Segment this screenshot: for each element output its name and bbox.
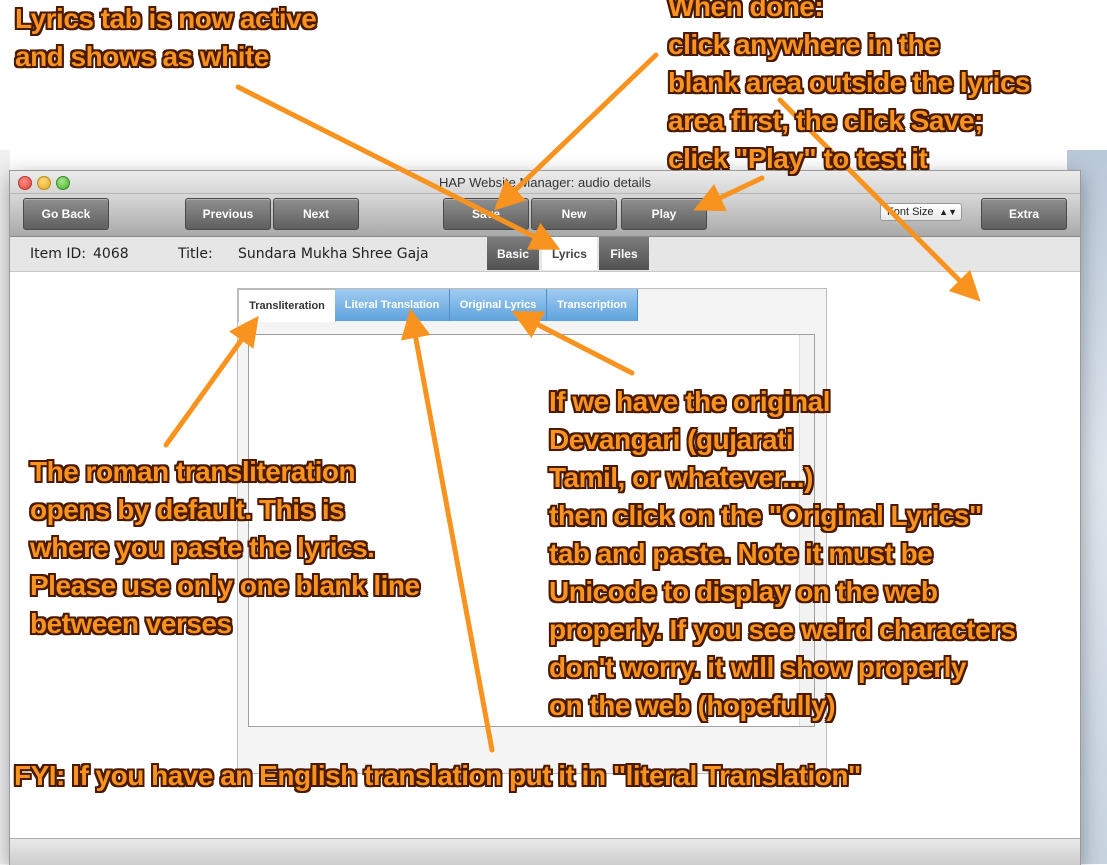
title-value: Sundara Mukha Shree Gaja (238, 246, 429, 262)
previous-button[interactable]: Previous (185, 198, 271, 230)
save-button[interactable]: Save (443, 198, 529, 230)
item-info-bar: Item ID: 4068 Title: Sundara Mukha Shree… (10, 237, 1080, 272)
tab-basic[interactable]: Basic (487, 237, 539, 270)
annotation-roman-transliteration: The roman transliteration opens by defau… (30, 456, 420, 639)
title-label: Title: (178, 246, 213, 262)
tab-files[interactable]: Files (599, 237, 649, 270)
desktop: HAP Website Manager: audio details Go Ba… (0, 0, 1107, 865)
stepper-arrows-icon: ▲▼ (939, 207, 957, 217)
extra-button[interactable]: Extra (981, 198, 1067, 230)
new-button[interactable]: New (531, 198, 617, 230)
go-back-button[interactable]: Go Back (23, 198, 109, 230)
item-id-value: 4068 (93, 246, 129, 262)
annotation-when-done: When done: click anywhere in the blank a… (668, 0, 1031, 174)
annotation-fyi: FYI: If you have an English translation … (14, 760, 861, 791)
status-bar (10, 838, 1080, 865)
tab-original-lyrics[interactable]: Original Lyrics (450, 289, 547, 321)
annotation-original-lyrics: If we have the original Devangari (gujar… (549, 386, 1016, 721)
font-size-label: Font Size (887, 206, 934, 218)
tab-transliteration[interactable]: Transliteration (238, 289, 336, 322)
tab-transcription[interactable]: Transcription (547, 289, 638, 321)
font-size-select[interactable]: Font Size ▲▼ (880, 203, 962, 221)
annotation-lyrics-tab: Lyrics tab is now active and shows as wh… (15, 3, 317, 72)
tab-lyrics[interactable]: Lyrics (542, 237, 597, 270)
item-id-label: Item ID: (30, 246, 86, 262)
tab-literal-translation[interactable]: Literal Translation (335, 289, 450, 321)
play-button[interactable]: Play (621, 198, 707, 230)
next-button[interactable]: Next (273, 198, 359, 230)
toolbar: Go Back Previous Next Save New Play Font… (10, 194, 1080, 237)
